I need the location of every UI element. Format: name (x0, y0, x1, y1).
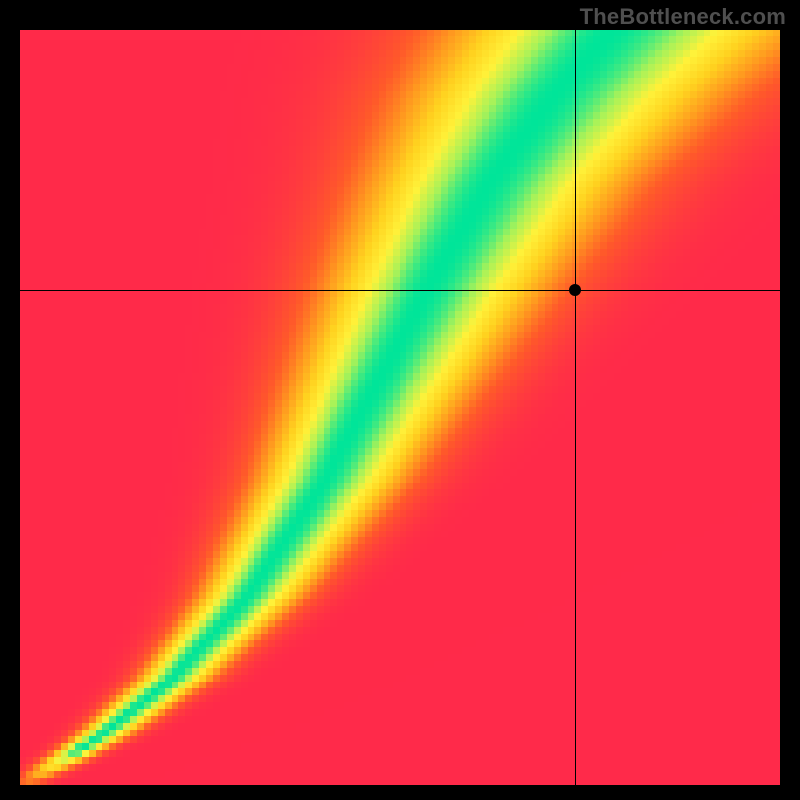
heatmap-canvas (20, 30, 780, 785)
plot-area (20, 30, 780, 785)
chart-frame: TheBottleneck.com (0, 0, 800, 800)
watermark-text: TheBottleneck.com (580, 4, 786, 30)
